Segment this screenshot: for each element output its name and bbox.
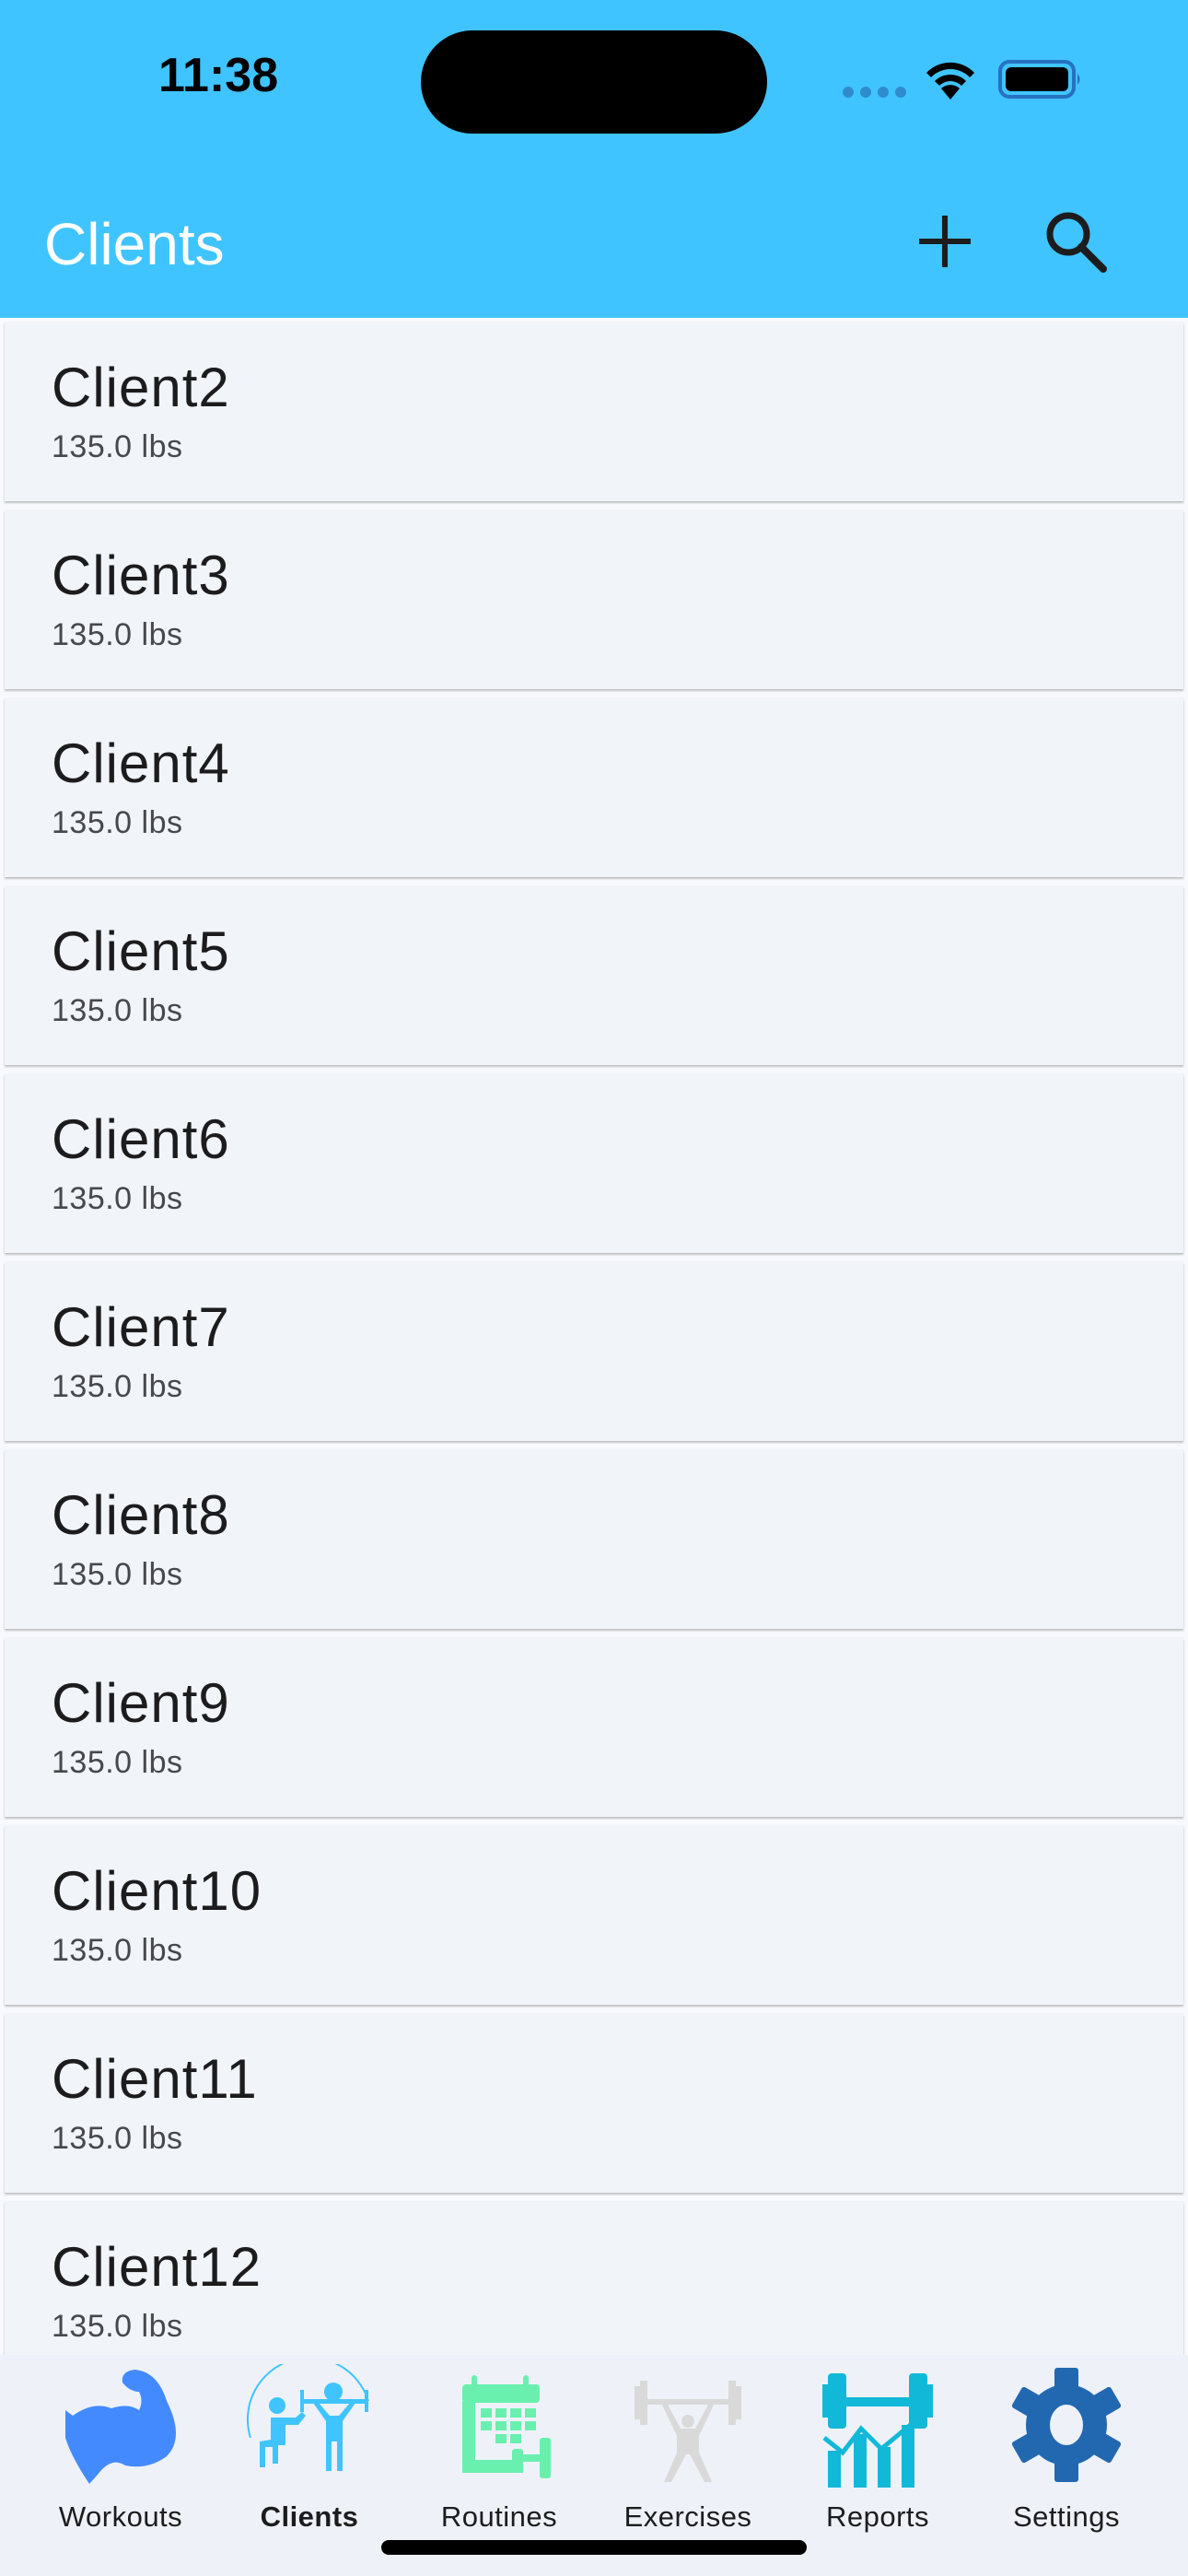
- battery-icon: [998, 60, 1080, 99]
- client-card[interactable]: Client3 135.0 lbs: [5, 510, 1183, 689]
- client-name: Client9: [52, 1672, 230, 1734]
- trainer-client-icon: [246, 2364, 369, 2471]
- client-card[interactable]: Client9 135.0 lbs: [5, 1638, 1183, 1817]
- gear-icon: [1011, 2368, 1122, 2482]
- client-weight: 135.0 lbs: [52, 1933, 183, 1968]
- dynamic-island: [421, 30, 767, 134]
- nav-label: Exercises: [623, 2500, 752, 2533]
- nav-item-reports[interactable]: Reports: [786, 2355, 970, 2539]
- client-name: Client3: [52, 544, 230, 606]
- nav-item-clients[interactable]: Clients: [217, 2355, 402, 2539]
- client-name: Client2: [52, 357, 230, 418]
- page-title: Clients: [44, 211, 225, 277]
- plus-icon: [919, 216, 971, 267]
- client-card[interactable]: Client4 135.0 lbs: [5, 698, 1183, 877]
- nav-label: Settings: [1012, 2500, 1120, 2533]
- client-name: Client4: [52, 732, 230, 794]
- client-name: Client6: [52, 1108, 230, 1170]
- client-weight: 135.0 lbs: [52, 805, 183, 840]
- status-time: 11:38: [158, 49, 279, 102]
- client-card[interactable]: Client5 135.0 lbs: [5, 886, 1183, 1065]
- flexed-bicep-icon: [65, 2370, 176, 2484]
- client-card[interactable]: Client12 135.0 lbs: [5, 2202, 1183, 2355]
- client-weight: 135.0 lbs: [52, 2309, 183, 2344]
- wifi-icon: [926, 62, 974, 100]
- client-weight: 135.0 lbs: [52, 1745, 183, 1780]
- nav-label: Clients: [260, 2500, 359, 2533]
- weightlifter-icon: [635, 2381, 741, 2482]
- client-weight: 135.0 lbs: [52, 1557, 183, 1592]
- search-icon: [1046, 212, 1107, 273]
- nav-label: Routines: [440, 2500, 558, 2533]
- client-weight: 135.0 lbs: [52, 2121, 183, 2156]
- nav-item-workouts[interactable]: Workouts: [29, 2355, 213, 2539]
- client-name: Client11: [52, 2048, 258, 2110]
- dumbbell-chart-icon: [822, 2373, 933, 2488]
- client-name: Client12: [52, 2236, 262, 2298]
- add-client-button[interactable]: [912, 208, 978, 275]
- client-weight: 135.0 lbs: [52, 1369, 183, 1404]
- client-card[interactable]: Client11 135.0 lbs: [5, 2014, 1183, 2193]
- client-weight: 135.0 lbs: [52, 993, 183, 1028]
- nav-item-settings[interactable]: Settings: [974, 2355, 1159, 2539]
- search-button[interactable]: [1041, 206, 1111, 276]
- nav-item-exercises[interactable]: Exercises: [596, 2355, 780, 2539]
- client-card[interactable]: Client2 135.0 lbs: [5, 322, 1183, 501]
- nav-item-routines[interactable]: Routines: [407, 2355, 591, 2539]
- client-name: Client5: [52, 920, 230, 982]
- app-bar: 11:38 Clients: [0, 0, 1188, 318]
- calendar-dumbbell-icon: [462, 2375, 551, 2478]
- client-weight: 135.0 lbs: [52, 1181, 183, 1216]
- home-indicator[interactable]: [381, 2540, 807, 2555]
- client-list[interactable]: Client2 135.0 lbs Client3 135.0 lbs Clie…: [0, 318, 1188, 2355]
- client-card[interactable]: Client7 135.0 lbs: [5, 1262, 1183, 1441]
- client-name: Client10: [52, 1860, 262, 1922]
- client-name: Client8: [52, 1484, 230, 1546]
- nav-label: Reports: [825, 2500, 930, 2533]
- client-weight: 135.0 lbs: [52, 429, 183, 464]
- client-card[interactable]: Client10 135.0 lbs: [5, 1826, 1183, 2005]
- cellular-signal-icon: [843, 87, 906, 98]
- nav-label: Workouts: [58, 2500, 183, 2533]
- client-weight: 135.0 lbs: [52, 617, 183, 652]
- client-card[interactable]: Client6 135.0 lbs: [5, 1074, 1183, 1253]
- client-name: Client7: [52, 1296, 230, 1358]
- client-card[interactable]: Client8 135.0 lbs: [5, 1450, 1183, 1629]
